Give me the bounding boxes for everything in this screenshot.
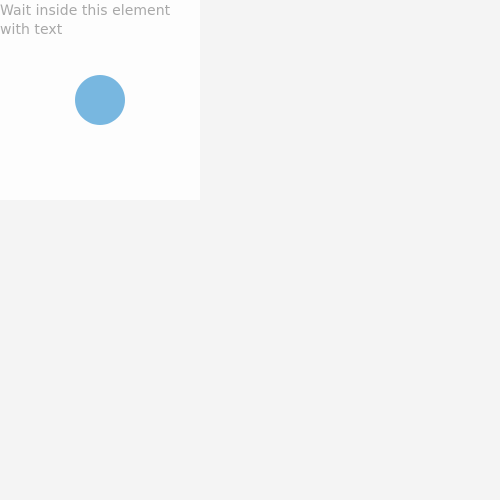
blue-circle-indicator	[75, 75, 125, 125]
wait-target-element[interactable]: Wait inside this element with text	[0, 0, 200, 200]
wait-instruction-text: Wait inside this element with text	[0, 3, 171, 38]
page-canvas: Wait inside this element with text	[0, 0, 500, 500]
